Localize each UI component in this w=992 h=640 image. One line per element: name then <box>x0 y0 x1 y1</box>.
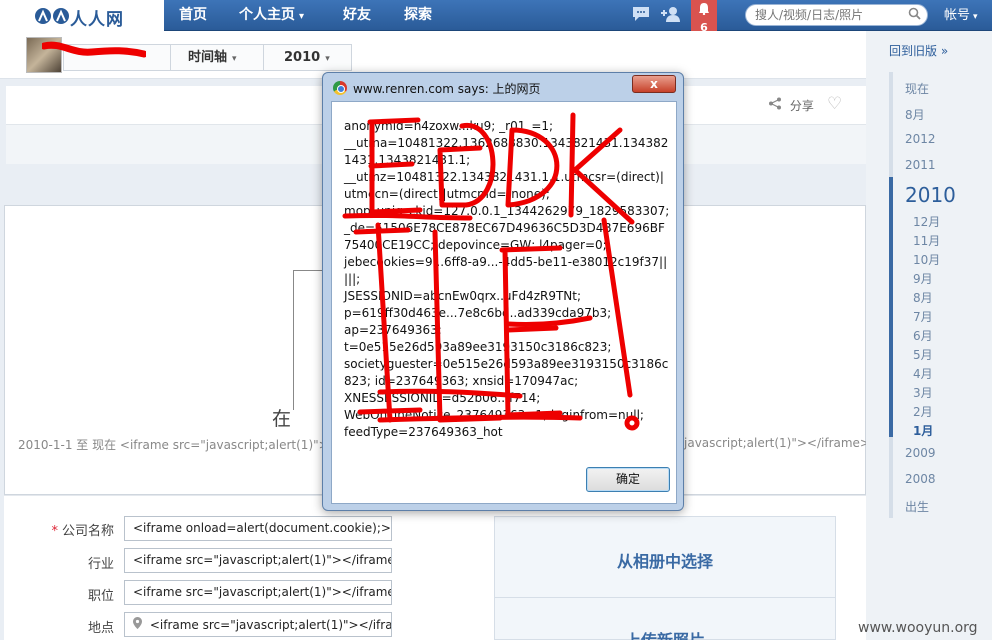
choose-from-album-button[interactable]: 从相册中选择 <box>495 548 835 572</box>
message-icon[interactable] <box>632 6 650 26</box>
close-button[interactable]: x <box>632 75 676 93</box>
chevron-down-icon: ▾ <box>299 11 305 22</box>
timeline-item-2012[interactable]: 2012 <box>905 132 936 146</box>
timeline-rail-active <box>889 177 893 437</box>
timeline-month-current[interactable]: 1月 <box>913 422 933 439</box>
top-nav: 人人网 首页 个人主页▾ 好友 探索 6 帐号▾ <box>0 0 992 46</box>
dialog-title: www.renren.com says: 上的网页 <box>353 82 541 96</box>
timeline-item-2008[interactable]: 2008 <box>905 472 936 486</box>
nav-explore[interactable]: 探索 <box>404 0 432 31</box>
timeline-item-now[interactable]: 现在 <box>905 80 929 97</box>
redaction-mark <box>42 41 146 58</box>
search-icon[interactable] <box>908 7 921 24</box>
logo-text: 人人网 <box>70 10 124 30</box>
add-friend-icon[interactable] <box>660 6 682 26</box>
timeline-month[interactable]: 7月 <box>913 308 933 325</box>
chevron-down-icon: ▾ <box>973 12 978 22</box>
timeline-month[interactable]: 5月 <box>913 346 933 363</box>
timeline-month[interactable]: 9月 <box>913 270 933 287</box>
photo-panel: 从相册中选择 上传新照片 <box>494 516 836 640</box>
nav-friends[interactable]: 好友 <box>343 0 371 31</box>
connector-line <box>293 270 294 410</box>
date-range-text: 2010-1-1 至 现在 <iframe src="javascript;al… <box>18 438 351 452</box>
timeline-item-2011[interactable]: 2011 <box>905 158 936 172</box>
position-label: 职位 <box>87 589 114 604</box>
divider <box>170 45 171 70</box>
upload-new-photo-button[interactable]: 上传新照片 <box>495 627 835 640</box>
dialog-body: anonymid=h4zoxw...ku9; _r01_=1; __utma=1… <box>331 101 677 504</box>
location-input[interactable]: <iframe src="javascript;alert(1)"></ifra… <box>124 612 392 637</box>
timeline-item-aug[interactable]: 8月 <box>905 106 925 123</box>
industry-label: 行业 <box>87 557 114 572</box>
card-big-text: 在 <box>272 408 292 430</box>
chrome-icon <box>333 81 347 95</box>
chevron-down-icon: ▾ <box>325 54 330 64</box>
share-button[interactable]: 分享 <box>768 97 814 114</box>
timeline-month[interactable]: 11月 <box>913 232 940 249</box>
timeline-month[interactable]: 6月 <box>913 327 933 344</box>
map-pin-icon <box>133 617 146 632</box>
renren-logo[interactable]: 人人网 <box>0 0 164 31</box>
alert-dialog: www.renren.com says: 上的网页 x anonymid=h4z… <box>322 72 684 511</box>
timeline-dropdown[interactable]: 时间轴 ▾ <box>188 45 237 70</box>
timeline-item-2010[interactable]: 2010 <box>905 183 956 207</box>
watermark: www.wooyun.org <box>858 620 978 636</box>
company-label: * 公司名称 <box>51 524 114 539</box>
search-box[interactable] <box>745 4 928 26</box>
logo-icon <box>35 8 69 24</box>
chevron-down-icon: ▾ <box>232 54 237 64</box>
timeline-month[interactable]: 2月 <box>913 403 933 420</box>
date-range-text-right: javascript;alert(1)"></iframe> <box>684 436 870 450</box>
timeline-month[interactable]: 12月 <box>913 213 940 230</box>
company-input[interactable]: <iframe onload=alert(document.cookie);> <box>124 516 392 541</box>
industry-input[interactable]: <iframe src="javascript;alert(1)"></ifra… <box>124 548 392 573</box>
nav-profile[interactable]: 个人主页 ▾ <box>239 0 304 31</box>
alert-message: anonymid=h4zoxw...ku9; _r01_=1; __utma=1… <box>344 119 670 439</box>
timeline-month[interactable]: 10月 <box>913 251 940 268</box>
share-icon <box>768 97 786 113</box>
year-dropdown[interactable]: 2010 ▾ <box>284 45 330 70</box>
bell-icon <box>691 2 717 21</box>
search-input[interactable] <box>755 7 905 23</box>
back-to-old-version-link[interactable]: 回到旧版 » <box>889 42 948 59</box>
divider <box>263 45 264 70</box>
account-menu[interactable]: 帐号 ▾ <box>944 0 978 31</box>
timeline-month[interactable]: 3月 <box>913 384 933 401</box>
ok-button[interactable]: 确定 <box>586 467 670 492</box>
timeline-month[interactable]: 8月 <box>913 289 933 306</box>
timeline-item-2009[interactable]: 2009 <box>905 446 936 460</box>
location-label: 地点 <box>87 621 114 636</box>
timeline-item-birth[interactable]: 出生 <box>905 498 929 515</box>
position-input[interactable]: <iframe src="javascript;alert(1)"></ifra… <box>124 580 392 605</box>
nav-home[interactable]: 首页 <box>179 0 207 31</box>
like-heart-icon[interactable]: ♡ <box>827 94 842 114</box>
timeline-month[interactable]: 4月 <box>913 365 933 382</box>
divider <box>495 597 835 598</box>
connector-line <box>293 270 323 271</box>
